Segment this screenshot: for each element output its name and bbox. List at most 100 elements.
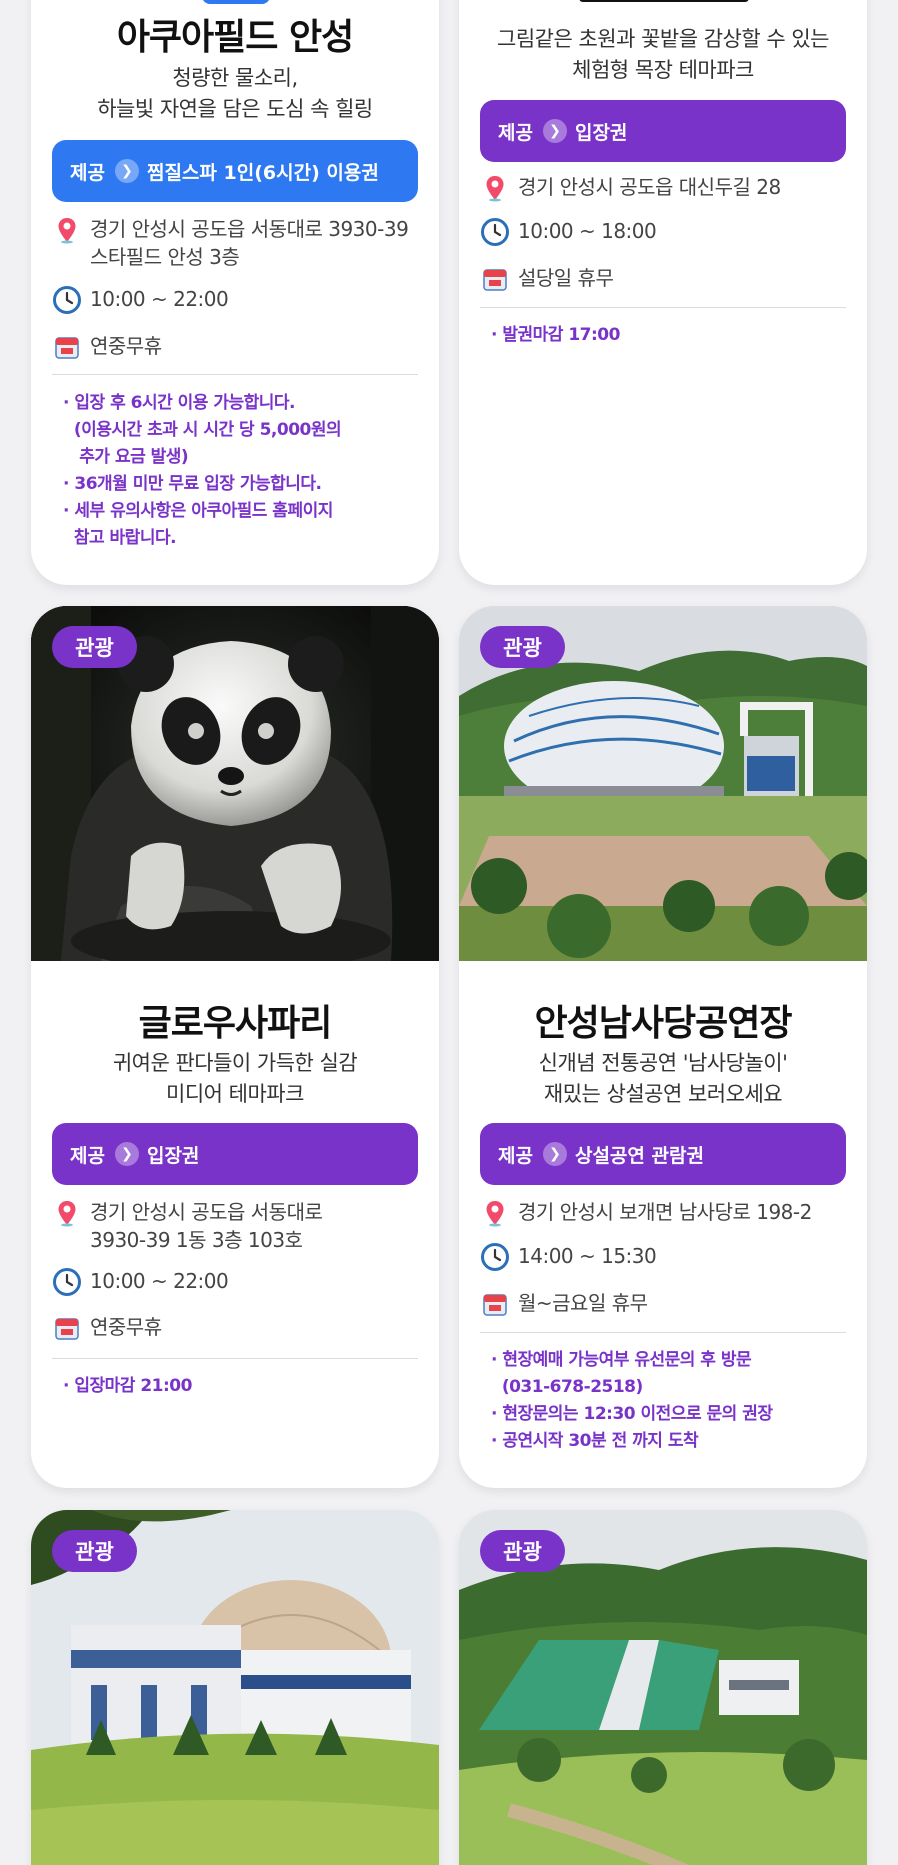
notes: · 현장예매 가능여부 유선문의 후 방문 (031-678-2518) · 현…: [491, 1347, 846, 1455]
notes: · 발권마감 17:00: [491, 322, 846, 349]
address-line: 경기 안성시 공도읍 대신두길 28: [518, 175, 781, 199]
offer-label: 찜질스파 1인(6시간) 이용권: [146, 161, 379, 184]
divider: [52, 374, 418, 375]
category-tag: 관광: [480, 626, 565, 668]
offer-label: 상설공연 관람권: [574, 1144, 704, 1167]
subtitle-line: 신개념 전통공연 '남사당놀이': [538, 1051, 788, 1075]
note-line: 참고 바랍니다.: [63, 528, 177, 548]
chevron-right-icon: ❯: [114, 1142, 139, 1166]
note-line: 추가 요금 발생): [63, 447, 189, 467]
closed-row: 월~금요일 휴무: [480, 1289, 846, 1319]
divider: [480, 307, 846, 308]
card-subtitle: 신개념 전통공연 '남사당놀이' 재밌는 상설공연 보러오세요: [459, 1048, 867, 1110]
closed-text: 연중무휴: [90, 1315, 162, 1339]
closed-row: 설당일 휴무: [480, 264, 846, 294]
hours-text: 10:00 ~ 18:00: [518, 219, 657, 243]
address-line: 스타필드 안성 3층: [90, 245, 240, 269]
glow-safari-card[interactable]: 관광 글로우사파리 귀여운 판다들이 가득한 실감 미디어 테마파크 제공 ❯ …: [31, 606, 439, 1488]
note-line: · 현장문의는 12:30 이전으로 문의 권장: [491, 1404, 773, 1424]
card-top-pill: [202, 0, 270, 4]
location-pin-icon: [486, 176, 504, 202]
calendar-day-icon: [55, 1318, 79, 1340]
offer-prefix: 제공: [498, 121, 533, 144]
address-row: 경기 안성시 공도읍 서동대로 3930-39 스타필드 안성 3층: [52, 215, 418, 271]
closed-text: 연중무휴: [90, 334, 162, 358]
address-line: 경기 안성시 공도읍 서동대로: [90, 1200, 323, 1224]
stadium-photo: 관광: [459, 606, 867, 961]
offer-button[interactable]: 제공 ❯ 입장권: [52, 1123, 418, 1185]
notes: · 입장 후 6시간 이용 가능합니다. (이용시간 초과 시 시간 당 5,0…: [63, 390, 418, 552]
hours-row: 10:00 ~ 18:00: [480, 217, 846, 247]
note-line: · 입장 후 6시간 이용 가능합니다.: [63, 393, 296, 413]
chevron-right-icon: ❯: [542, 119, 567, 143]
offer-prefix: 제공: [498, 1144, 533, 1167]
hours-row: 10:00 ~ 22:00: [52, 285, 418, 315]
offer-button[interactable]: 제공 ❯ 입장권: [480, 100, 846, 162]
clock-icon: [481, 1243, 509, 1271]
address-row: 경기 안성시 공도읍 대신두길 28: [480, 173, 846, 203]
address-row: 경기 안성시 공도읍 서동대로 3930-39 1동 3층 103호: [52, 1198, 418, 1254]
category-tag: 관광: [52, 1530, 137, 1572]
chevron-right-icon: ❯: [114, 159, 139, 183]
offer-label: 입장권: [146, 1144, 200, 1167]
note-line: (이용시간 초과 시 시간 당 5,000원의: [63, 420, 342, 440]
observatory-card[interactable]: 관광: [31, 1510, 439, 1865]
clock-icon: [53, 1268, 81, 1296]
subtitle-line: 그림같은 초원과 꽃밭을 감상할 수 있는: [497, 27, 830, 51]
notes: · 입장마감 21:00: [63, 1373, 418, 1400]
hours-row: 14:00 ~ 15:30: [480, 1242, 846, 1272]
closed-text: 월~금요일 휴무: [518, 1291, 648, 1315]
card-title: 아쿠아필드 안성: [116, 17, 354, 58]
address-line: 경기 안성시 보개면 남사당로 198-2: [518, 1200, 812, 1224]
card-subtitle: 그림같은 초원과 꽃밭을 감상할 수 있는 체험형 목장 테마파크: [459, 24, 867, 86]
location-pin-icon: [58, 218, 76, 244]
namsadang-card[interactable]: 관광 안성남사당공연장 신개념 전통공연 '남사당놀이' 재밌는 상설공연 보러…: [459, 606, 867, 1488]
offer-button[interactable]: 제공 ❯ 상설공연 관람권: [480, 1123, 846, 1185]
sled-park-photo: 관광: [459, 1510, 867, 1865]
note-line: · 36개월 미만 무료 입장 가능합니다.: [63, 474, 322, 494]
closed-row: 연중무휴: [52, 1313, 418, 1343]
hours-text: 10:00 ~ 22:00: [90, 1269, 229, 1293]
card-title-partial: [579, 0, 749, 2]
chevron-right-icon: ❯: [542, 1142, 567, 1166]
subtitle-line: 청량한 물소리,: [172, 66, 298, 90]
divider: [52, 1358, 418, 1359]
card-title: 안성남사당공연장: [534, 1003, 793, 1044]
offer-button[interactable]: 제공 ❯ 찜질스파 1인(6시간) 이용권: [52, 140, 418, 202]
note-line: (031-678-2518): [491, 1377, 643, 1397]
note-line: · 발권마감 17:00: [491, 325, 620, 345]
closed-text: 설당일 휴무: [518, 266, 614, 290]
subtitle-line: 재밌는 상설공연 보러오세요: [543, 1082, 783, 1106]
location-pin-icon: [486, 1201, 504, 1227]
category-tag: 관광: [480, 1530, 565, 1572]
address-line: 경기 안성시 공도읍 서동대로 3930-39: [90, 217, 409, 241]
clock-icon: [53, 286, 81, 314]
aquafield-card[interactable]: 아쿠아필드 안성 청량한 물소리, 하늘빛 자연을 담은 도심 속 힐링 제공 …: [31, 0, 439, 585]
note-line: · 공연시작 30분 전 까지 도착: [491, 1431, 699, 1451]
hours-text: 14:00 ~ 15:30: [518, 1244, 657, 1268]
calendar-day-icon: [483, 1294, 507, 1316]
closed-row: 연중무휴: [52, 332, 418, 362]
panda-photo: 관광: [31, 606, 439, 961]
hours-row: 10:00 ~ 22:00: [52, 1267, 418, 1297]
note-line: · 세부 유의사항은 아쿠아필드 홈페이지: [63, 501, 333, 521]
card-title: 글로우사파리: [138, 1003, 333, 1044]
subtitle-line: 체험형 목장 테마파크: [572, 58, 754, 82]
address-row: 경기 안성시 보개면 남사당로 198-2: [480, 1198, 846, 1228]
calendar-day-icon: [55, 337, 79, 359]
note-line: · 현장예매 가능여부 유선문의 후 방문: [491, 1350, 752, 1370]
divider: [480, 1332, 846, 1333]
observatory-photo: 관광: [31, 1510, 439, 1865]
subtitle-line: 하늘빛 자연을 담은 도심 속 힐링: [97, 97, 373, 121]
category-tag: 관광: [52, 626, 137, 668]
location-pin-icon: [58, 1201, 76, 1227]
calendar-day-icon: [483, 269, 507, 291]
address-line: 3930-39 1동 3층 103호: [90, 1228, 303, 1252]
note-line: · 입장마감 21:00: [63, 1376, 192, 1396]
subtitle-line: 미디어 테마파크: [166, 1082, 304, 1106]
offer-label: 입장권: [574, 121, 628, 144]
card-subtitle: 청량한 물소리, 하늘빛 자연을 담은 도심 속 힐링: [31, 63, 439, 125]
offer-prefix: 제공: [70, 1144, 105, 1167]
sled-park-card[interactable]: 관광: [459, 1510, 867, 1865]
ranch-card[interactable]: 그림같은 초원과 꽃밭을 감상할 수 있는 체험형 목장 테마파크 제공 ❯ 입…: [459, 0, 867, 585]
